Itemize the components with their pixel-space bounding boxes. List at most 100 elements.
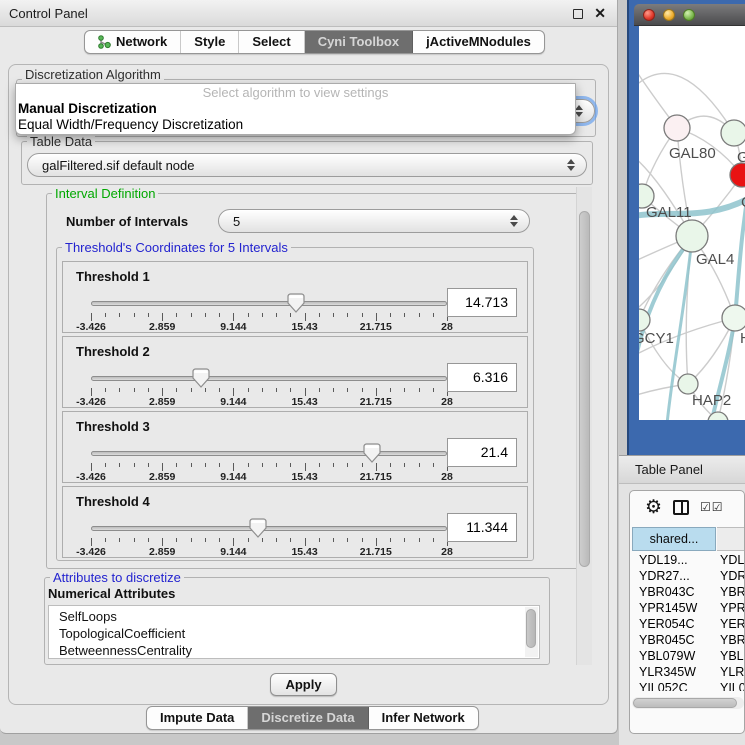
tab-infer-network[interactable]: Infer Network: [369, 707, 478, 729]
table-row[interactable]: YBR045C YBR0: [630, 633, 745, 649]
table-row[interactable]: YBR043C YBR0: [630, 585, 745, 601]
threshold-label: Threshold 4: [76, 494, 150, 509]
slider-thumb[interactable]: [287, 293, 305, 313]
close-traffic-light-icon[interactable]: [643, 9, 655, 21]
cell-name: YDL1: [720, 553, 745, 567]
thresholds-group-title: Threshold's Coordinates for 5 Intervals: [62, 240, 291, 255]
network-node-label: HAP2: [692, 392, 731, 409]
slider-track[interactable]: [91, 301, 447, 306]
list-scrollbar[interactable]: [525, 607, 538, 657]
network-node[interactable]: [730, 163, 745, 187]
minimize-traffic-light-icon[interactable]: [663, 9, 675, 21]
apply-button[interactable]: Apply: [270, 673, 337, 696]
tab-impute-data[interactable]: Impute Data: [147, 707, 248, 729]
algorithm-hint: Select algorithm to view settings: [16, 84, 575, 101]
table-panel-region: Table Panel ⚙ ☑☑ shared... na YDL19... Y…: [619, 455, 745, 745]
num-intervals-label: Number of Intervals: [66, 214, 188, 229]
tab-network[interactable]: Network: [85, 31, 181, 53]
cell-shared-name: YPR145W: [639, 601, 697, 615]
column-header-name[interactable]: na: [717, 527, 745, 551]
cell-name: YER0: [720, 617, 745, 631]
network-node[interactable]: [664, 115, 690, 141]
tab-style[interactable]: Style: [181, 31, 239, 53]
settings-scrollbar[interactable]: [576, 187, 592, 665]
algorithm-option-manual[interactable]: Manual Discretization: [16, 101, 575, 117]
zoom-traffic-light-icon[interactable]: [683, 9, 695, 21]
attribute-list-item[interactable]: SelfLoops: [59, 608, 539, 625]
cell-shared-name: YBL079W: [639, 649, 695, 663]
tab-discretize-data[interactable]: Discretize Data: [248, 707, 368, 729]
cell-shared-name: YBR043C: [639, 585, 695, 599]
threshold-panel: Threshold 4 -3.4262.8599.14415.4321.7152…: [62, 486, 528, 558]
table-rows[interactable]: YDL19... YDL1 YDR27... YDR2 YBR043C YBR0…: [630, 553, 745, 691]
discretization-algorithm-title: Discretization Algorithm: [22, 67, 164, 82]
cell-shared-name: YDL19...: [639, 553, 688, 567]
combo-stepper-icon: [575, 105, 583, 117]
attribute-list-item[interactable]: TopologicalCoefficient: [59, 625, 539, 642]
slider-track[interactable]: [91, 376, 447, 381]
table-toolbar: ⚙ ☑☑: [630, 491, 744, 523]
close-icon[interactable]: ✕: [594, 5, 606, 22]
network-node[interactable]: [678, 374, 698, 394]
slider-thumb[interactable]: [249, 518, 267, 538]
network-node[interactable]: [721, 120, 745, 146]
table-hscrollbar-thumb[interactable]: [633, 698, 737, 708]
network-canvas[interactable]: GAL80GACGAL11GAL4GCY1HHAP2: [639, 26, 745, 420]
attribute-list-item[interactable]: BetweennessCentrality: [59, 642, 539, 659]
combo-stepper-icon: [510, 215, 518, 227]
cell-shared-name: YER054C: [639, 617, 695, 631]
tab-label: jActiveMNodules: [426, 31, 531, 53]
gear-icon[interactable]: ⚙: [645, 498, 662, 517]
threshold-label: Threshold 2: [76, 344, 150, 359]
network-node[interactable]: [708, 412, 728, 420]
tab-jactivemnodules[interactable]: jActiveMNodules: [413, 31, 544, 53]
table-row[interactable]: YBL079W YBL0: [630, 649, 745, 665]
float-window-icon[interactable]: [573, 9, 583, 19]
cell-name: YBR0: [720, 585, 745, 599]
tab-label: Network: [116, 31, 167, 53]
node-table-container: ⚙ ☑☑ shared... na YDL19... YDL1 YDR27...…: [629, 490, 745, 734]
cyni-settings-panel: Discretization Algorithm Select algorith…: [8, 64, 609, 705]
numerical-attributes-heading: Numerical Attributes: [48, 586, 175, 601]
table-data-title: Table Data: [27, 134, 95, 149]
tab-cyni-toolbox[interactable]: Cyni Toolbox: [305, 31, 413, 53]
threshold-value-field[interactable]: 11.344: [447, 513, 517, 542]
threshold-value-field[interactable]: 21.4: [447, 438, 517, 467]
list-scrollbar-thumb[interactable]: [526, 609, 536, 648]
table-row[interactable]: YIL052C YIL0: [630, 681, 745, 691]
checkbox-checked-icons[interactable]: ☑☑: [700, 500, 724, 514]
slider-thumb[interactable]: [363, 443, 381, 463]
slider-thumb[interactable]: [192, 368, 210, 388]
table-hscrollbar[interactable]: [632, 697, 744, 709]
split-columns-icon[interactable]: [673, 500, 689, 515]
numerical-attributes-list[interactable]: SelfLoops TopologicalCoefficient Between…: [48, 605, 540, 659]
threshold-value-field[interactable]: 6.316: [447, 363, 517, 392]
slider-track[interactable]: [91, 451, 447, 456]
tab-label: Style: [194, 31, 225, 53]
cell-name: YDR2: [720, 569, 745, 583]
table-row[interactable]: YDL19... YDL1: [630, 553, 745, 569]
num-intervals-combobox[interactable]: 5: [218, 209, 530, 233]
algorithm-option-equal-width[interactable]: Equal Width/Frequency Discretization: [16, 117, 575, 133]
cell-shared-name: YIL052C: [639, 681, 688, 691]
network-node-label: C: [741, 194, 745, 211]
threshold-label: Threshold 3: [76, 419, 150, 434]
tab-select[interactable]: Select: [239, 31, 304, 53]
table-data-combobox[interactable]: galFiltered.sif default node: [27, 153, 587, 177]
cell-shared-name: YLR345W: [639, 665, 696, 679]
tab-label: Discretize Data: [261, 707, 354, 729]
column-header-shared-name[interactable]: shared...: [632, 527, 716, 551]
top-tabbar: Network Style Select Cyni Toolbox jActiv…: [84, 30, 545, 54]
network-node[interactable]: [676, 220, 708, 252]
table-row[interactable]: YPR145W YPR1: [630, 601, 745, 617]
network-node[interactable]: [722, 305, 745, 331]
slider-track[interactable]: [91, 526, 447, 531]
settings-scrollbar-thumb[interactable]: [579, 211, 590, 567]
table-row[interactable]: YDR27... YDR2: [630, 569, 745, 585]
window-title: Control Panel: [9, 6, 88, 21]
table-row[interactable]: YLR345W YLR3: [630, 665, 745, 681]
num-intervals-value: 5: [233, 214, 240, 229]
threshold-value-field[interactable]: 14.713: [447, 288, 517, 317]
network-node-label: GAL80: [669, 145, 716, 162]
table-row[interactable]: YER054C YER0: [630, 617, 745, 633]
